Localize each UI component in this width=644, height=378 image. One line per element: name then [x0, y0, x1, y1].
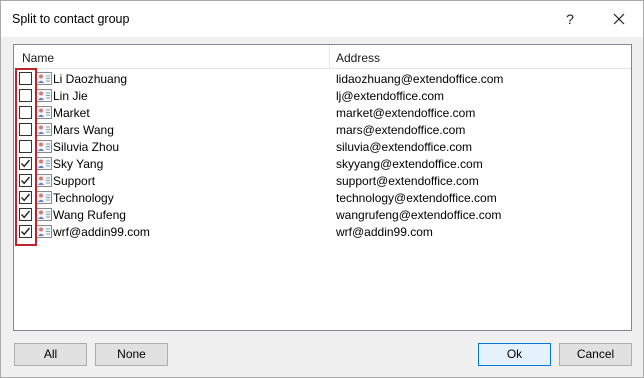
row-checkbox[interactable] [19, 140, 32, 153]
checkmark-icon [20, 227, 31, 236]
window-title: Split to contact group [12, 12, 130, 26]
row-checkbox[interactable] [19, 191, 32, 204]
column-header-name[interactable]: Name [22, 51, 54, 65]
checkmark-icon [20, 193, 31, 202]
table-row[interactable]: Li Daozhuang lidaozhuang@extendoffice.com [14, 70, 631, 87]
contact-address: skyyang@extendoffice.com [336, 157, 483, 171]
ok-button[interactable]: Ok [478, 343, 551, 366]
contact-card-icon [36, 225, 52, 238]
contact-name: Lin Jie [53, 89, 88, 103]
table-row[interactable]: Mars Wang mars@extendoffice.com [14, 121, 631, 138]
contact-card-icon [36, 174, 52, 187]
contact-card-icon [36, 106, 52, 119]
contact-name: wrf@addin99.com [53, 225, 150, 239]
contact-card-icon [36, 72, 52, 85]
column-header-address[interactable]: Address [336, 51, 380, 65]
table-row[interactable]: Lin Jie lj@extendoffice.com [14, 87, 631, 104]
checkmark-icon [20, 176, 31, 185]
contact-name: Wang Rufeng [53, 208, 126, 222]
contact-address: lj@extendoffice.com [336, 89, 445, 103]
select-none-button[interactable]: None [95, 343, 168, 366]
contact-address: wangrufeng@extendoffice.com [336, 208, 502, 222]
column-divider[interactable] [329, 45, 330, 69]
contact-address: support@extendoffice.com [336, 174, 479, 188]
checkmark-icon [20, 210, 31, 219]
contact-address: wrf@addin99.com [336, 225, 433, 239]
title-bar: Split to contact group ? [1, 1, 643, 37]
table-row[interactable]: wrf@addin99.com wrf@addin99.com [14, 223, 631, 240]
contact-address: siluvia@extendoffice.com [336, 140, 473, 154]
row-checkbox[interactable] [19, 72, 32, 85]
table-row[interactable]: Market market@extendoffice.com [14, 104, 631, 121]
contact-address: market@extendoffice.com [336, 106, 476, 120]
row-checkbox[interactable] [19, 106, 32, 119]
contact-address: technology@extendoffice.com [336, 191, 497, 205]
row-checkbox[interactable] [19, 208, 32, 221]
contact-card-icon [36, 208, 52, 221]
contact-name: Market [53, 106, 90, 120]
checkmark-icon [20, 159, 31, 168]
contact-card-icon [36, 157, 52, 170]
contact-card-icon [36, 191, 52, 204]
close-button[interactable] [601, 4, 637, 34]
table-row[interactable]: Technology technology@extendoffice.com [14, 189, 631, 206]
close-icon [613, 13, 625, 25]
table-row[interactable]: Sky Yang skyyang@extendoffice.com [14, 155, 631, 172]
help-button[interactable]: ? [555, 4, 585, 34]
contact-name: Technology [53, 191, 114, 205]
list-header: Name Address [14, 45, 631, 69]
select-all-button[interactable]: All [14, 343, 87, 366]
contact-name: Mars Wang [53, 123, 114, 137]
row-checkbox[interactable] [19, 225, 32, 238]
row-checkbox[interactable] [19, 157, 32, 170]
contact-card-icon [36, 89, 52, 102]
contact-name: Sky Yang [53, 157, 104, 171]
split-to-contact-group-dialog: Split to contact group ? Name Address Li… [0, 0, 644, 378]
row-checkbox[interactable] [19, 174, 32, 187]
contact-name: Support [53, 174, 96, 188]
contact-card-icon [36, 140, 52, 153]
contact-card-icon [36, 123, 52, 136]
row-checkbox[interactable] [19, 89, 32, 102]
contact-name: Siluvia Zhou [53, 140, 120, 154]
contact-address: mars@extendoffice.com [336, 123, 466, 137]
row-checkbox[interactable] [19, 123, 32, 136]
list-rows: Li Daozhuang lidaozhuang@extendoffice.com… [14, 70, 631, 240]
cancel-button[interactable]: Cancel [559, 343, 632, 366]
contact-name: Li Daozhuang [53, 72, 128, 86]
table-row[interactable]: Wang Rufeng wangrufeng@extendoffice.com [14, 206, 631, 223]
contact-address: lidaozhuang@extendoffice.com [336, 72, 504, 86]
table-row[interactable]: Support support@extendoffice.com [14, 172, 631, 189]
contact-list[interactable]: Name Address Li Daozhuang lidaozhuang@ext… [13, 44, 632, 331]
table-row[interactable]: Siluvia Zhou siluvia@extendoffice.com [14, 138, 631, 155]
